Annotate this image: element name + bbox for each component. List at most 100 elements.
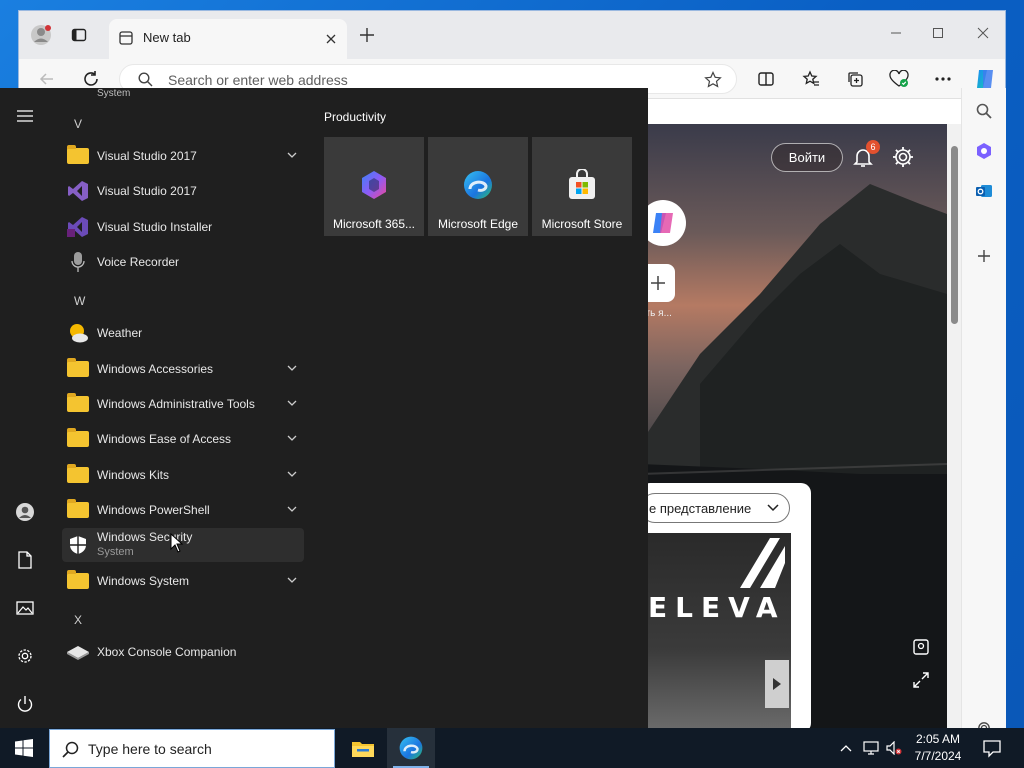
network-icon (863, 741, 879, 755)
tab-title: New tab (143, 30, 191, 45)
app-label: Xbox Console Companion (97, 645, 237, 659)
page-settings-gear-icon[interactable] (891, 145, 915, 169)
app-visual-studio-installer[interactable]: Visual Studio Installer (62, 210, 304, 244)
pictures-icon (16, 601, 34, 615)
collections-button[interactable] (841, 65, 869, 93)
plus-icon (650, 276, 665, 290)
document-icon (18, 551, 32, 569)
minimize-button[interactable] (881, 19, 911, 47)
address-placeholder: Search or enter web address (168, 72, 348, 88)
promo-next-button[interactable] (765, 660, 789, 708)
promo-text: ELEVA (648, 591, 786, 624)
expand-icon[interactable] (912, 671, 930, 689)
view-selector-dropdown[interactable]: е представление (640, 493, 790, 523)
chevron-down-icon (287, 471, 297, 477)
expand-menu-button[interactable] (13, 104, 37, 128)
plus-icon (978, 250, 990, 262)
app-xbox-console-companion[interactable]: Xbox Console Companion (62, 635, 304, 669)
notification-count-badge: 6 (866, 140, 880, 154)
partial-list-item-label: System (97, 88, 131, 99)
app-folder-windows-system[interactable]: Windows System (62, 564, 304, 598)
split-screen-button[interactable] (752, 65, 780, 93)
heart-pulse-icon (889, 70, 909, 87)
store-icon (569, 169, 595, 199)
show-hidden-icons-button[interactable] (838, 740, 854, 756)
documents-button[interactable] (13, 548, 37, 572)
letter-header-v[interactable]: V (74, 117, 82, 131)
tile-microsoft-store[interactable]: Microsoft Store (532, 137, 632, 236)
sign-in-button[interactable]: Войти (771, 143, 843, 172)
taskbar-search-box[interactable]: Type here to search (49, 729, 335, 768)
app-label: Visual Studio 2017 (97, 149, 197, 163)
sidebar-search-button[interactable] (972, 99, 996, 123)
scrollbar-thumb[interactable] (951, 146, 958, 324)
close-icon (326, 34, 336, 44)
taskbar-microsoft-edge[interactable] (387, 728, 435, 768)
browser-essentials-button[interactable] (885, 65, 913, 93)
shield-icon (66, 533, 90, 557)
tab-actions-button[interactable] (65, 21, 93, 49)
hexagon-app-icon (977, 143, 991, 159)
favorites-button[interactable] (797, 65, 825, 93)
start-button[interactable] (0, 728, 48, 768)
collections-icon (848, 72, 863, 87)
maximize-icon (933, 28, 943, 38)
xbox-console-icon (66, 640, 90, 664)
account-button[interactable] (13, 500, 37, 524)
tile-microsoft-edge[interactable]: Microsoft Edge (428, 137, 528, 236)
tab-close-button[interactable] (319, 27, 343, 51)
search-icon (976, 103, 992, 119)
taskbar-clock[interactable]: 2:05 AM 7/7/2024 (908, 731, 968, 765)
close-window-button[interactable] (968, 19, 998, 47)
sidebar-outlook-button[interactable] (972, 179, 996, 203)
letter-header-x[interactable]: X (74, 613, 82, 627)
network-button[interactable] (863, 740, 879, 756)
app-folder-windows-administrative-tools[interactable]: Windows Administrative Tools (62, 387, 304, 421)
clock-date: 7/7/2024 (914, 749, 962, 763)
profile-button[interactable] (27, 21, 55, 49)
chevron-down-icon (287, 152, 297, 158)
tile-label: Microsoft Edge (437, 217, 519, 231)
sidebar-add-button[interactable] (972, 244, 996, 268)
taskbar-file-explorer[interactable] (339, 728, 387, 768)
settings-more-button[interactable] (929, 65, 957, 93)
volume-muted-icon (886, 741, 902, 755)
tile-microsoft-365[interactable]: Microsoft 365... (324, 137, 424, 236)
pictures-button[interactable] (13, 596, 37, 620)
action-center-icon[interactable] (982, 738, 1002, 758)
edge-icon (399, 736, 423, 760)
search-icon (138, 72, 153, 87)
app-folder-windows-ease-of-access[interactable]: Windows Ease of Access (62, 422, 304, 456)
app-label: Windows Accessories (97, 362, 214, 376)
maximize-button[interactable] (923, 19, 953, 47)
user-account-icon (16, 503, 34, 521)
settings-button[interactable] (13, 644, 37, 668)
sidebar-copilot-button[interactable] (972, 139, 996, 163)
app-folder-windows-powershell[interactable]: Windows PowerShell (62, 493, 304, 527)
app-folder-windows-accessories[interactable]: Windows Accessories (62, 352, 304, 386)
tab-new-tab[interactable]: New tab (109, 19, 347, 59)
letter-header-w[interactable]: W (74, 294, 85, 308)
folder-icon (66, 357, 90, 381)
app-folder-visual-studio-2017[interactable]: Visual Studio 2017 (62, 139, 304, 173)
microsoft-365-icon (362, 171, 386, 199)
power-button[interactable] (13, 692, 37, 716)
folder-icon (66, 427, 90, 451)
app-voice-recorder[interactable]: Voice Recorder (62, 245, 304, 279)
start-menu-rail (0, 88, 50, 728)
app-folder-windows-kits[interactable]: Windows Kits (62, 458, 304, 492)
app-visual-studio-2017[interactable]: Visual Studio 2017 (62, 174, 304, 208)
favorite-star-icon[interactable] (704, 71, 722, 89)
power-icon (17, 696, 33, 712)
folder-icon (66, 392, 90, 416)
app-label: Windows PowerShell (97, 503, 210, 517)
volume-button[interactable] (886, 740, 902, 756)
app-label: Visual Studio 2017 (97, 184, 197, 198)
app-weather[interactable]: Weather (62, 316, 304, 350)
new-tab-button[interactable] (355, 23, 379, 47)
windows-logo-icon (15, 739, 33, 757)
image-info-icon[interactable] (912, 638, 930, 656)
taskbar-search-placeholder: Type here to search (88, 741, 212, 757)
tab-actions-icon (71, 28, 87, 42)
app-sublabel: System (97, 546, 134, 558)
